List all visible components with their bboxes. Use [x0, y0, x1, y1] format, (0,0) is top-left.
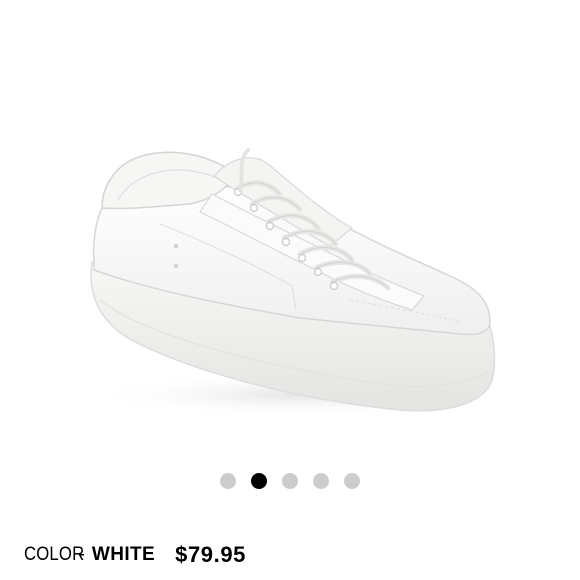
- sneaker-illustration: [85, 148, 515, 417]
- product-image[interactable]: [0, 0, 580, 450]
- color-selection: COLOR - WHITE: [24, 544, 155, 566]
- product-price: $79.95: [175, 542, 247, 567]
- image-carousel-pager: [0, 473, 580, 489]
- color-value: WHITE: [91, 544, 156, 565]
- carousel-dot-3[interactable]: [282, 473, 298, 489]
- carousel-dot-4[interactable]: [313, 473, 329, 489]
- color-label: COLOR: [24, 544, 85, 565]
- carousel-dot-2-active[interactable]: [251, 473, 267, 489]
- vent-hole: [173, 243, 179, 249]
- product-info-row: COLOR - WHITE $79.95: [24, 540, 246, 570]
- carousel-dot-5[interactable]: [344, 473, 360, 489]
- vent-hole: [173, 263, 179, 269]
- carousel-dot-1[interactable]: [220, 473, 236, 489]
